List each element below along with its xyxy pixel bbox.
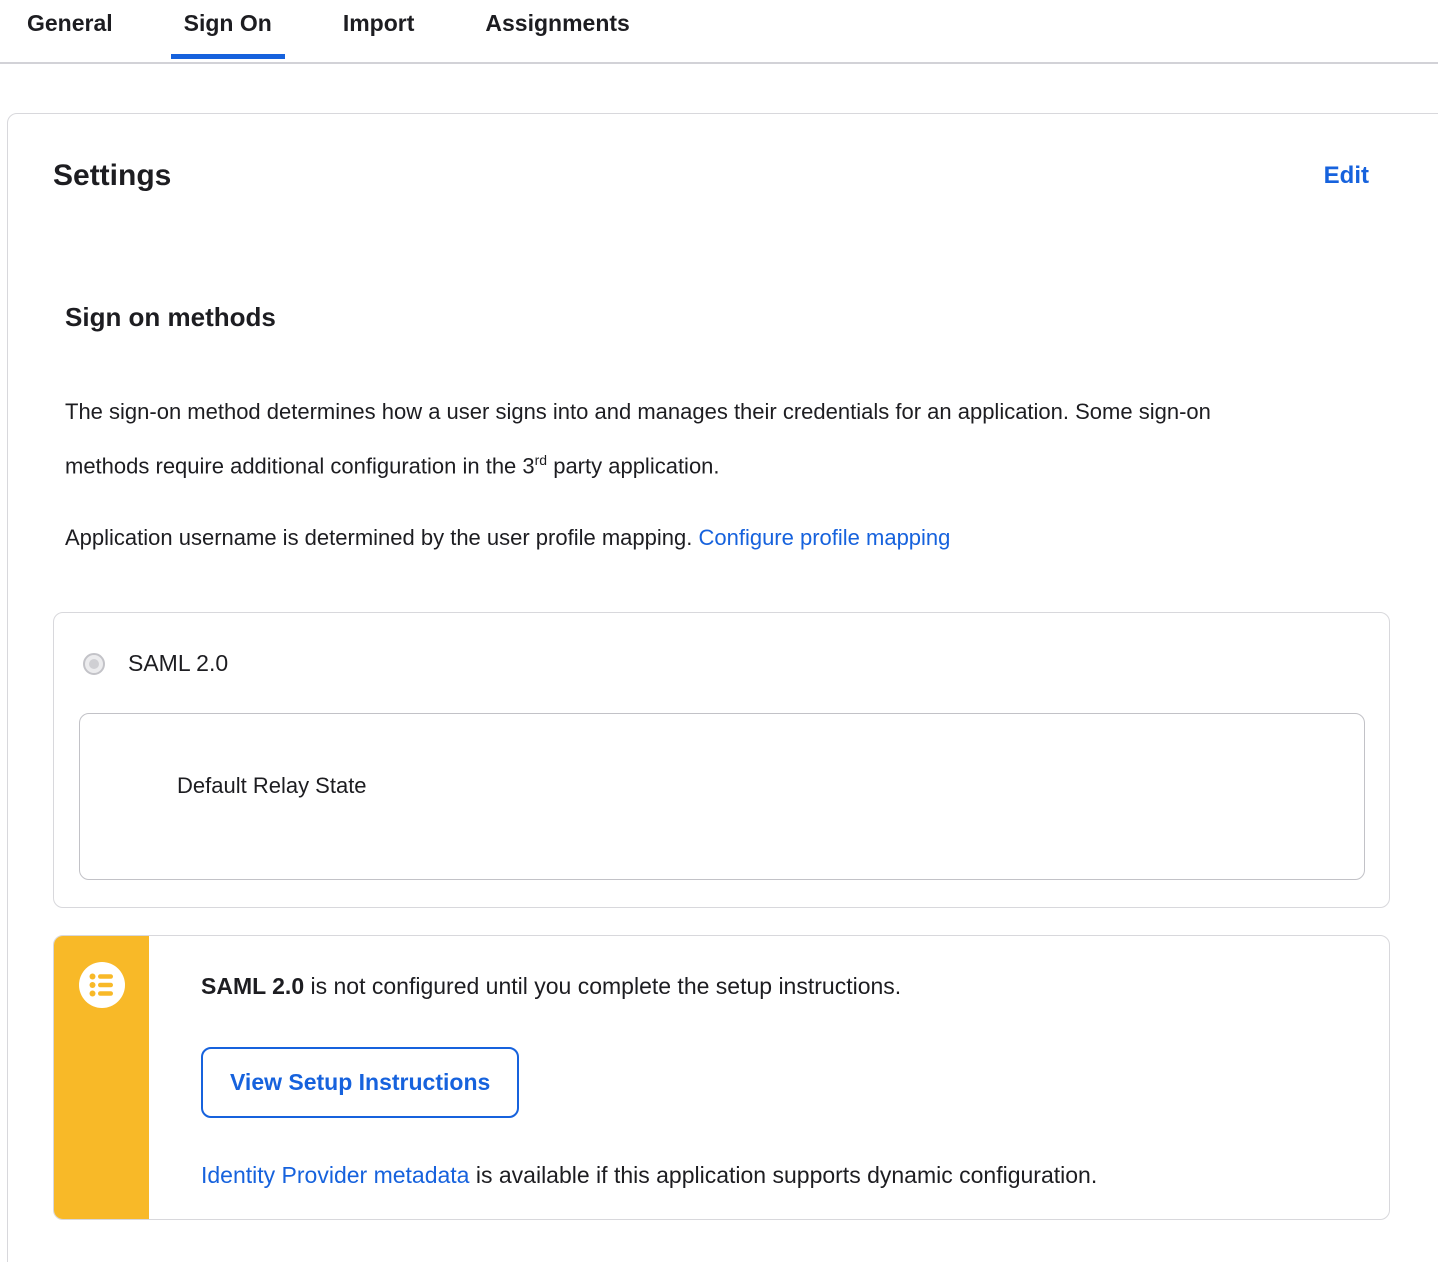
metadata-line: Identity Provider metadata is available …: [201, 1160, 1097, 1190]
warning-message: SAML 2.0 is not configured until you com…: [201, 971, 1097, 1001]
edit-link[interactable]: Edit: [1324, 162, 1369, 190]
saml-radio-button[interactable]: [83, 652, 105, 675]
tab-assignments[interactable]: Assignments: [485, 10, 629, 62]
saml-radio-row: SAML 2.0: [83, 650, 1361, 677]
view-setup-instructions-button[interactable]: View Setup Instructions: [201, 1047, 520, 1119]
username-text: Application username is determined by th…: [65, 525, 699, 551]
tab-sign-on[interactable]: Sign On: [170, 10, 286, 62]
username-description: Application username is determined by th…: [65, 514, 1392, 562]
description-superscript: rd: [534, 452, 548, 468]
identity-provider-metadata-link[interactable]: Identity Provider metadata: [201, 1162, 469, 1188]
warning-banner: SAML 2.0 is not configured until you com…: [53, 935, 1390, 1221]
warning-message-bold: SAML 2.0: [201, 973, 305, 1000]
settings-title: Settings: [53, 159, 172, 192]
description-text-end: party application.: [547, 453, 720, 479]
sign-on-methods-title: Sign on methods: [65, 302, 276, 332]
list-icon: [78, 962, 125, 1013]
tab-bar: General Sign On Import Assignments: [0, 0, 1438, 64]
sign-on-description: The sign-on method determines how a user…: [65, 388, 1280, 490]
warning-body: SAML 2.0 is not configured until you com…: [149, 936, 1097, 1219]
saml-radio-label: SAML 2.0: [128, 650, 229, 677]
tab-import[interactable]: Import: [343, 10, 415, 62]
settings-header: Settings Edit: [53, 156, 1391, 196]
saml-option-box: SAML 2.0 Default Relay State: [53, 612, 1390, 909]
metadata-text: is available if this application support…: [469, 1162, 1098, 1189]
default-relay-state-label: Default Relay State: [177, 773, 367, 799]
warning-message-rest: is not configured until you complete the…: [304, 973, 902, 1000]
warning-stripe: [54, 936, 149, 1220]
relay-state-box: Default Relay State: [79, 713, 1365, 881]
settings-card: Settings Edit Sign on methods The sign-o…: [7, 113, 1438, 1262]
tab-general[interactable]: General: [27, 10, 113, 62]
configure-profile-mapping-link[interactable]: Configure profile mapping: [698, 525, 950, 550]
